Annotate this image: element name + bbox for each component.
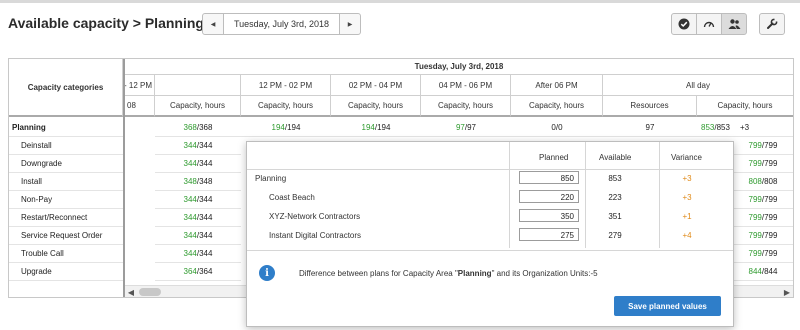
category-downgrade[interactable]: Downgrade	[9, 155, 123, 173]
planning-slot2-cell[interactable]: 194/194	[241, 119, 331, 137]
category-column-header[interactable]: Capacity categories	[9, 59, 123, 117]
sub-header-3: Capacity, hours	[331, 96, 421, 117]
info-icon: i	[259, 265, 275, 281]
slot-header-5: After 06 PM	[511, 75, 603, 96]
sub-header-4: Capacity, hours	[421, 96, 511, 117]
wrench-icon	[767, 18, 778, 29]
available-column-header: Available	[599, 153, 632, 162]
popup-info-divider	[247, 250, 733, 251]
slot-header-2: 12 PM - 02 PM	[241, 75, 331, 96]
planning-slot1-cell[interactable]: 368/368	[155, 119, 241, 137]
sub-header-5: Capacity, hours	[511, 96, 603, 117]
sub-header-resources: Resources	[603, 96, 697, 117]
planning-resources-cell[interactable]: 97	[603, 119, 697, 137]
sub-header-partial: 08	[125, 96, 155, 117]
date-navigator: ◀ Tuesday, July 3rd, 2018 ▶	[202, 13, 362, 35]
restart-slot1-cell[interactable]: 344/344	[155, 209, 241, 227]
service-request-slot1-cell[interactable]: 344/344	[155, 227, 241, 245]
downgrade-allday-cell[interactable]: 799/799	[733, 155, 793, 173]
install-slot1-cell[interactable]: 348/348	[155, 173, 241, 191]
chevron-left-icon: ◀	[210, 21, 216, 28]
deinstall-slot1-cell[interactable]: 344/344	[155, 137, 241, 155]
dashboard-view-button[interactable]	[696, 13, 722, 35]
chevron-right-icon: ▶	[347, 21, 353, 28]
slot-header-1: 08 AM - 12 PM	[125, 75, 155, 96]
sub-header-2: Capacity, hours	[241, 96, 331, 117]
variance-column-header: Variance	[671, 153, 702, 162]
slot-header-1-cont	[155, 75, 241, 96]
downgrade-slot1-cell[interactable]: 344/344	[155, 155, 241, 173]
popup-row-instant-digital: Instant Digital Contractors 275 279 +4	[247, 227, 733, 245]
upgrade-allday-cell[interactable]: 844/844	[733, 263, 793, 281]
upgrade-slot1-cell[interactable]: 364/364	[155, 263, 241, 281]
settings-button[interactable]	[759, 13, 785, 35]
category-non-pay[interactable]: Non-Pay	[9, 191, 123, 209]
users-icon	[728, 19, 740, 29]
sub-header-allday-capacity: Capacity, hours	[697, 96, 793, 117]
non-pay-allday-cell[interactable]: 799/799	[733, 191, 793, 209]
prev-date-button[interactable]: ◀	[202, 13, 224, 35]
planned-values-popup: Planned Available Variance Planning 850 …	[246, 141, 734, 327]
planned-input-planning[interactable]: 850	[519, 171, 579, 184]
save-planned-values-button[interactable]: Save planned values	[614, 296, 721, 316]
category-deinstall[interactable]: Deinstall	[9, 137, 123, 155]
check-view-button[interactable]	[671, 13, 697, 35]
grid-date-header: Tuesday, July 3rd, 2018	[125, 59, 793, 75]
non-pay-slot1-cell[interactable]: 344/344	[155, 191, 241, 209]
page-title: Available capacity > Planning	[8, 15, 204, 31]
planned-column-header: Planned	[539, 153, 569, 162]
popup-row-xyz-network: XYZ-Network Contractors 350 351 +1	[247, 208, 733, 226]
popup-row-coast-beach: Coast Beach 220 223 +3	[247, 189, 733, 207]
trouble-call-allday-cell[interactable]: 799/799	[733, 245, 793, 263]
scroll-right-icon[interactable]: ▶	[781, 286, 793, 297]
current-date-label[interactable]: Tuesday, July 3rd, 2018	[224, 13, 340, 35]
category-planning[interactable]: Planning	[9, 119, 123, 137]
view-toolbar	[671, 13, 785, 35]
next-date-button[interactable]: ▶	[339, 13, 362, 35]
scrollbar-thumb[interactable]	[139, 288, 161, 296]
category-trouble-call[interactable]: Trouble Call	[9, 245, 123, 263]
top-border	[0, 0, 800, 3]
dashboard-gauge-icon	[703, 21, 715, 28]
popup-row-planning: Planning 850 853 +3	[247, 170, 733, 188]
trouble-call-slot1-cell[interactable]: 344/344	[155, 245, 241, 263]
restart-allday-cell[interactable]: 799/799	[733, 209, 793, 227]
sub-header-1: Capacity, hours	[155, 96, 241, 117]
planning-slot5-cell[interactable]: 0/0	[511, 119, 603, 137]
category-install[interactable]: Install	[9, 173, 123, 191]
install-allday-cell[interactable]: 808/808	[733, 173, 793, 191]
scroll-left-icon[interactable]: ◀	[125, 286, 137, 297]
users-view-button[interactable]	[721, 13, 747, 35]
planning-allday-cell[interactable]: 853/853 +3	[697, 119, 793, 137]
category-restart-reconnect[interactable]: Restart/Reconnect	[9, 209, 123, 227]
frozen-column-divider	[123, 59, 125, 297]
planned-input-xyz-network[interactable]: 350	[519, 209, 579, 222]
category-service-request-order[interactable]: Service Request Order	[9, 227, 123, 245]
category-upgrade[interactable]: Upgrade	[9, 263, 123, 281]
planning-slot4-cell[interactable]: 97/97	[421, 119, 511, 137]
deinstall-allday-cell[interactable]: 799/799	[733, 137, 793, 155]
planning-slot3-cell[interactable]: 194/194	[331, 119, 421, 137]
variance-info-text: Difference between plans for Capacity Ar…	[299, 269, 598, 278]
slot-header-3: 02 PM - 04 PM	[331, 75, 421, 96]
slot-header-6: All day	[603, 75, 793, 96]
service-request-allday-cell[interactable]: 799/799	[733, 227, 793, 245]
slot-header-4: 04 PM - 06 PM	[421, 75, 511, 96]
planned-input-coast-beach[interactable]: 220	[519, 190, 579, 203]
check-circle-icon	[678, 18, 690, 30]
planned-input-instant-digital[interactable]: 275	[519, 228, 579, 241]
